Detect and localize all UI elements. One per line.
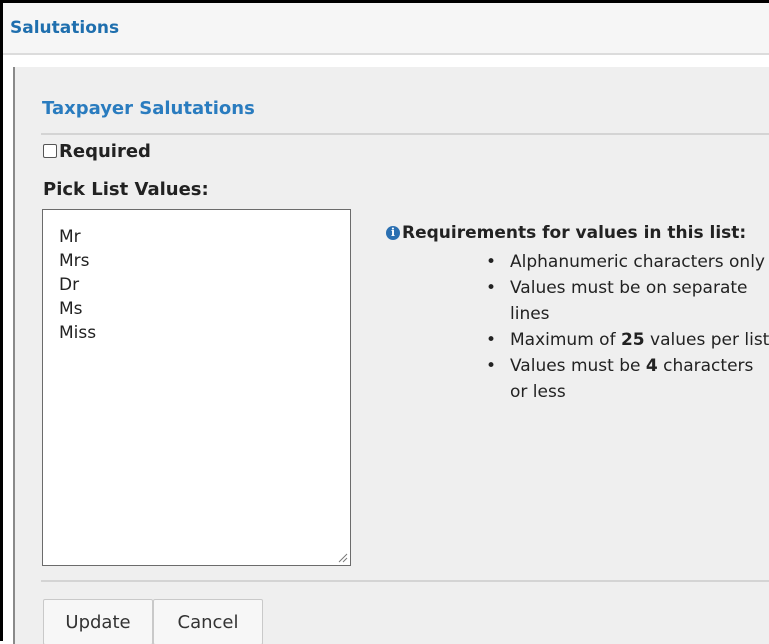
requirement-text: Alphanumeric characters only (510, 252, 765, 272)
pick-list-textarea[interactable]: Mr Mrs Dr Ms Miss (42, 209, 351, 566)
requirement-text: Values must be 4 characters or less (510, 356, 754, 402)
footer-divider (41, 580, 769, 582)
dialog-title-bar: Salutations (3, 3, 769, 55)
required-label: Required (59, 140, 151, 162)
list-value: Ms (59, 299, 83, 319)
bullet-icon: • (486, 252, 497, 272)
bullet-icon: • (486, 356, 497, 376)
cancel-button[interactable]: Cancel (153, 599, 263, 644)
resize-grip-icon[interactable] (338, 553, 348, 563)
salutations-dialog: Salutations Taxpayer Salutations Require… (0, 0, 769, 644)
requirement-text: Maximum of 25 values per list (510, 330, 769, 350)
dialog-content: Taxpayer Salutations Required Pick List … (13, 67, 769, 644)
update-button[interactable]: Update (43, 599, 153, 644)
requirement-text: Values must be on separate lines (510, 278, 748, 324)
list-value: Mrs (59, 251, 90, 271)
requirement-item: • Values must be 4 characters or less (386, 353, 769, 405)
pick-list-label: Pick List Values: (43, 179, 209, 200)
bullet-icon: • (486, 278, 497, 298)
requirements-heading-row: i Requirements for values in this list: (386, 223, 769, 243)
required-checkbox[interactable] (43, 144, 57, 158)
requirement-item: • Maximum of 25 values per list (386, 327, 769, 353)
dialog-title: Salutations (10, 18, 120, 38)
requirements-panel: i Requirements for values in this list: … (386, 223, 769, 405)
requirement-item: • Values must be on separate lines (386, 275, 769, 327)
list-value: Dr (59, 275, 80, 295)
info-icon: i (386, 226, 400, 240)
requirement-item: • Alphanumeric characters only (386, 249, 769, 275)
requirements-heading: Requirements for values in this list: (402, 223, 747, 243)
list-value: Miss (59, 323, 97, 343)
required-row[interactable]: Required (43, 139, 151, 163)
list-value: Mr (59, 227, 81, 247)
section-divider (41, 133, 769, 135)
section-title: Taxpayer Salutations (42, 98, 255, 119)
requirements-list: • Alphanumeric characters only • Values … (386, 249, 769, 405)
bullet-icon: • (486, 330, 497, 350)
